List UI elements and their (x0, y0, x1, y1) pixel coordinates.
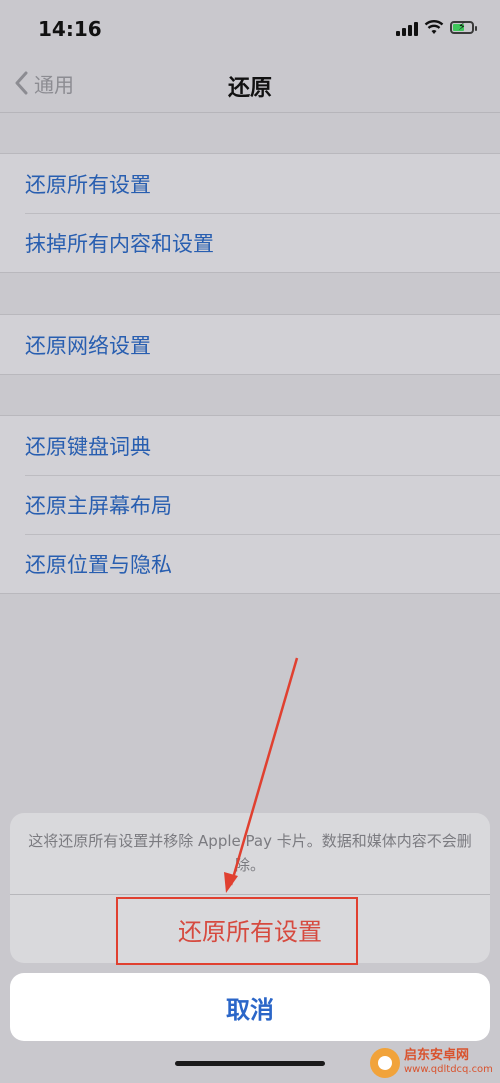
cancel-button[interactable]: 取消 (10, 973, 490, 1041)
status-bar: 14:16 ⚡ (0, 0, 500, 56)
list-item-reset-all-settings[interactable]: 还原所有设置 (0, 154, 500, 213)
list-item-erase-all-content[interactable]: 抹掉所有内容和设置 (0, 213, 500, 272)
watermark-name: 启东安卓网 (404, 1048, 470, 1063)
list-item-reset-network-settings[interactable]: 还原网络设置 (0, 315, 500, 374)
reset-group-3: 还原键盘词典 还原主屏幕布局 还原位置与隐私 (0, 415, 500, 594)
status-time: 14:16 (38, 17, 102, 41)
annotation-highlight-box (116, 897, 358, 965)
list-item-reset-home-screen-layout[interactable]: 还原主屏幕布局 (0, 475, 500, 534)
reset-group-2: 还原网络设置 (0, 314, 500, 375)
wifi-icon (424, 20, 444, 34)
action-sheet-message: 这将还原所有设置并移除 Apple Pay 卡片。数据和媒体内容不会删除。 (28, 832, 472, 874)
page-title: 还原 (227, 76, 272, 101)
site-watermark: 启东安卓网 www.qdltdcq.com (370, 1045, 498, 1081)
home-indicator (175, 1061, 325, 1066)
list-item-reset-keyboard-dictionary[interactable]: 还原键盘词典 (0, 416, 500, 475)
watermark-url: www.qdltdcq.com (404, 1064, 493, 1075)
list-item-reset-location-privacy[interactable]: 还原位置与隐私 (0, 534, 500, 593)
navigation-bar: 通用 还原 (0, 56, 500, 113)
signal-icon (396, 22, 418, 36)
watermark-logo-icon (370, 1048, 400, 1078)
battery-charging-icon: ⚡ (450, 20, 477, 34)
reset-group-1: 还原所有设置 抹掉所有内容和设置 (0, 153, 500, 273)
